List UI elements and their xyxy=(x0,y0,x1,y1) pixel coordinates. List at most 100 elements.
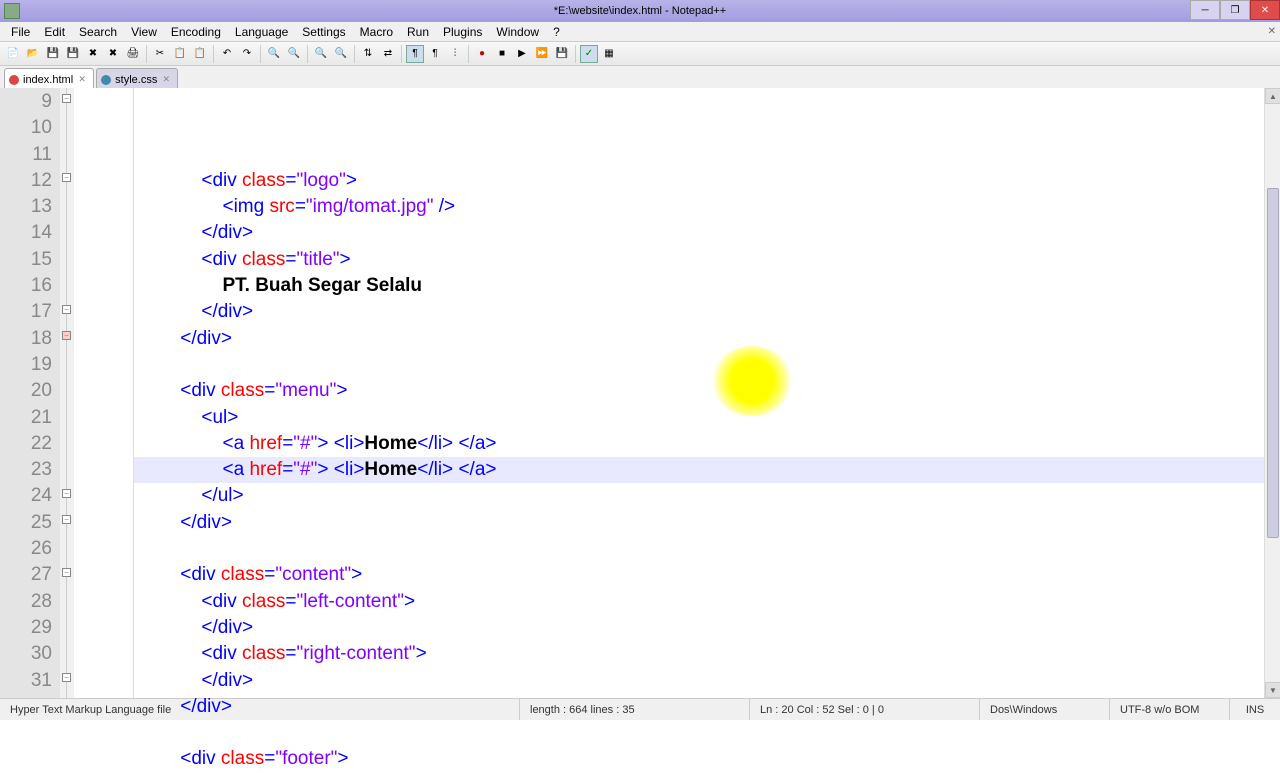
line-number-gutter: 9101112131415161718192021222324252627282… xyxy=(0,88,60,698)
code-line[interactable]: </div> xyxy=(134,220,1280,246)
zoom-in-icon[interactable]: 🔍 xyxy=(312,45,330,63)
code-line[interactable]: </div> xyxy=(134,326,1280,352)
tab-index-html[interactable]: index.html ✕ xyxy=(4,68,94,88)
fold-toggle-icon[interactable]: − xyxy=(62,673,71,682)
cut-icon[interactable]: ✂ xyxy=(151,45,169,63)
scroll-down-icon[interactable]: ▼ xyxy=(1265,682,1280,698)
macro-save-icon[interactable]: 💾 xyxy=(553,45,571,63)
save-icon[interactable]: 💾 xyxy=(44,45,62,63)
code-line[interactable]: <img src="img/tomat.jpg" /> xyxy=(134,194,1280,220)
code-line[interactable]: <div class="footer"> xyxy=(134,746,1280,772)
macro-fast-icon[interactable]: ⏩ xyxy=(533,45,551,63)
menu-encoding[interactable]: Encoding xyxy=(164,23,228,41)
app-icon xyxy=(4,3,20,19)
wordwrap-icon[interactable]: ¶ xyxy=(406,45,424,63)
menu-run[interactable]: Run xyxy=(400,23,436,41)
code-line[interactable] xyxy=(134,352,1280,378)
scrollbar-thumb[interactable] xyxy=(1267,188,1279,538)
scroll-up-icon[interactable]: ▲ xyxy=(1265,88,1280,104)
code-line[interactable]: </div> xyxy=(134,299,1280,325)
macro-stop-icon[interactable]: ■ xyxy=(493,45,511,63)
fold-toggle-icon[interactable]: − xyxy=(62,568,71,577)
open-file-icon[interactable]: 📂 xyxy=(24,45,42,63)
code-line[interactable]: <a href="#"> <li>Home</li> </a> xyxy=(134,457,1280,483)
sync-v-icon[interactable]: ⇅ xyxy=(359,45,377,63)
line-number: 14 xyxy=(0,220,52,246)
document-close-icon[interactable]: ✕ xyxy=(1268,26,1276,37)
menu-help[interactable]: ? xyxy=(546,23,567,41)
tab-bar: index.html ✕ style.css ✕ xyxy=(0,66,1280,88)
fold-toggle-icon[interactable]: − xyxy=(62,305,71,314)
all-chars-icon[interactable]: ¶ xyxy=(426,45,444,63)
menu-file[interactable]: File xyxy=(4,23,37,41)
copy-icon[interactable]: 📋 xyxy=(171,45,189,63)
code-line[interactable]: </div> xyxy=(134,510,1280,536)
paste-icon[interactable]: 📋 xyxy=(191,45,209,63)
minimize-button[interactable]: ─ xyxy=(1190,0,1220,20)
code-line[interactable]: </ul> xyxy=(134,483,1280,509)
save-all-icon[interactable]: 💾 xyxy=(64,45,82,63)
fold-column[interactable]: − − − − − − − − xyxy=(60,88,74,698)
redo-icon[interactable]: ↷ xyxy=(238,45,256,63)
code-line[interactable]: PT. Buah Segar Selalu xyxy=(134,273,1280,299)
code-content[interactable]: <div class="logo"> <img src="img/tomat.j… xyxy=(134,88,1280,698)
code-line[interactable] xyxy=(134,720,1280,746)
code-line[interactable]: <div class="right-content"> xyxy=(134,641,1280,667)
code-line[interactable]: <div class="content"> xyxy=(134,562,1280,588)
spellcheck-icon[interactable]: ✓ xyxy=(580,45,598,63)
code-line[interactable]: <div class="menu"> xyxy=(134,378,1280,404)
menu-edit[interactable]: Edit xyxy=(37,23,72,41)
undo-icon[interactable]: ↶ xyxy=(218,45,236,63)
close-all-icon[interactable]: ✖ xyxy=(104,45,122,63)
title-bar: *E:\website\index.html - Notepad++ ─ ❐ ✕ xyxy=(0,0,1280,22)
tab-close-icon[interactable]: ✕ xyxy=(77,75,87,85)
print-icon[interactable]: 🖨 xyxy=(124,45,142,63)
maximize-button[interactable]: ❐ xyxy=(1220,0,1250,20)
menu-settings[interactable]: Settings xyxy=(295,23,352,41)
vertical-scrollbar[interactable]: ▲ ▼ xyxy=(1264,88,1280,698)
fold-toggle-icon[interactable]: − xyxy=(62,331,71,340)
code-line[interactable]: </div> xyxy=(134,694,1280,720)
menu-view[interactable]: View xyxy=(124,23,164,41)
code-line[interactable]: <div class="title"> xyxy=(134,247,1280,273)
new-file-icon[interactable]: 📄 xyxy=(4,45,22,63)
tab-close-icon[interactable]: ✕ xyxy=(161,75,171,85)
menu-search[interactable]: Search xyxy=(72,23,124,41)
close-button[interactable]: ✕ xyxy=(1250,0,1280,20)
code-line[interactable]: </div> xyxy=(134,668,1280,694)
close-icon[interactable]: ✖ xyxy=(84,45,102,63)
line-number: 28 xyxy=(0,589,52,615)
tab-style-css[interactable]: style.css ✕ xyxy=(96,68,178,88)
fold-toggle-icon[interactable]: − xyxy=(62,489,71,498)
menu-language[interactable]: Language xyxy=(228,23,295,41)
line-number: 13 xyxy=(0,194,52,220)
menu-window[interactable]: Window xyxy=(489,23,546,41)
fold-toggle-icon[interactable]: − xyxy=(62,515,71,524)
fold-toggle-icon[interactable]: − xyxy=(62,94,71,103)
line-number: 10 xyxy=(0,115,52,141)
editor-area[interactable]: 9101112131415161718192021222324252627282… xyxy=(0,88,1280,698)
menu-macro[interactable]: Macro xyxy=(353,23,400,41)
line-number: 22 xyxy=(0,431,52,457)
code-line[interactable]: <div class="left-content"> xyxy=(134,589,1280,615)
window-title: *E:\website\index.html - Notepad++ xyxy=(554,5,726,17)
code-line[interactable]: </div> xyxy=(134,615,1280,641)
code-line[interactable]: <a href="#"> <li>Home</li> </a> xyxy=(134,431,1280,457)
sync-h-icon[interactable]: ⇄ xyxy=(379,45,397,63)
replace-icon[interactable]: 🔍 xyxy=(285,45,303,63)
zoom-out-icon[interactable]: 🔍 xyxy=(332,45,350,63)
code-line[interactable]: <div class="logo"> xyxy=(134,168,1280,194)
menu-plugins[interactable]: Plugins xyxy=(436,23,489,41)
doc-map-icon[interactable]: ▦ xyxy=(600,45,618,63)
tab-label: style.css xyxy=(115,74,157,86)
find-icon[interactable]: 🔍 xyxy=(265,45,283,63)
line-number: 18 xyxy=(0,326,52,352)
line-number: 30 xyxy=(0,641,52,667)
macro-play-icon[interactable]: ▶ xyxy=(513,45,531,63)
fold-toggle-icon[interactable]: − xyxy=(62,173,71,182)
line-number: 21 xyxy=(0,405,52,431)
macro-record-icon[interactable]: ● xyxy=(473,45,491,63)
code-line[interactable] xyxy=(134,536,1280,562)
code-line[interactable]: <ul> xyxy=(134,405,1280,431)
indent-guide-icon[interactable]: ⫶ xyxy=(446,45,464,63)
